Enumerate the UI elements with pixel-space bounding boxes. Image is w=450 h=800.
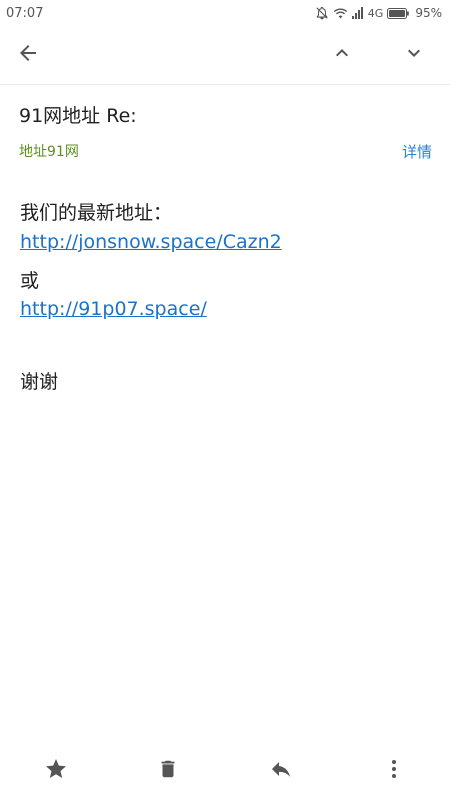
battery-icon bbox=[387, 7, 410, 19]
details-link[interactable]: 详情 bbox=[402, 141, 432, 162]
more-options-button[interactable] bbox=[372, 742, 416, 800]
body-line-or: 或 bbox=[20, 270, 40, 292]
body-line-thanks: 谢谢 bbox=[20, 371, 59, 393]
bell-off-icon bbox=[315, 6, 329, 20]
app-bar bbox=[0, 26, 450, 85]
body-line-intro: 我们的最新地址： bbox=[20, 202, 173, 224]
network-type: 4G bbox=[367, 6, 384, 20]
chevron-up-icon bbox=[330, 41, 354, 69]
battery-percent: 95% bbox=[415, 6, 442, 20]
next-email-button[interactable] bbox=[394, 35, 434, 75]
reply-icon bbox=[268, 757, 294, 785]
body-link-secondary[interactable]: http://91p07.space/ bbox=[20, 298, 207, 320]
email-subject: 91网地址 Re: bbox=[19, 105, 137, 127]
status-icons: 4G 95% bbox=[315, 6, 442, 20]
status-time: 07:07 bbox=[6, 5, 44, 21]
arrow-left-icon bbox=[16, 41, 40, 69]
star-button[interactable] bbox=[34, 742, 78, 800]
email-sender[interactable]: 地址91网 bbox=[19, 141, 79, 161]
previous-email-button[interactable] bbox=[322, 35, 362, 75]
star-icon bbox=[44, 757, 68, 785]
signal-icon bbox=[351, 7, 364, 19]
back-button[interactable] bbox=[8, 35, 48, 75]
bottom-toolbar bbox=[0, 742, 450, 800]
more-vertical-icon bbox=[382, 757, 406, 785]
trash-icon bbox=[157, 757, 179, 785]
chevron-down-icon bbox=[402, 41, 426, 69]
email-screen: 07:07 4G 95% 91网地址 Re: 地址91网 详情 我们的最新地址：… bbox=[0, 0, 450, 800]
wifi-icon bbox=[333, 7, 348, 20]
body-link-primary[interactable]: http://jonsnow.space/Cazn2 bbox=[20, 231, 282, 253]
status-bar: 07:07 4G 95% bbox=[0, 0, 450, 26]
delete-button[interactable] bbox=[146, 742, 190, 800]
reply-button[interactable] bbox=[259, 742, 303, 800]
